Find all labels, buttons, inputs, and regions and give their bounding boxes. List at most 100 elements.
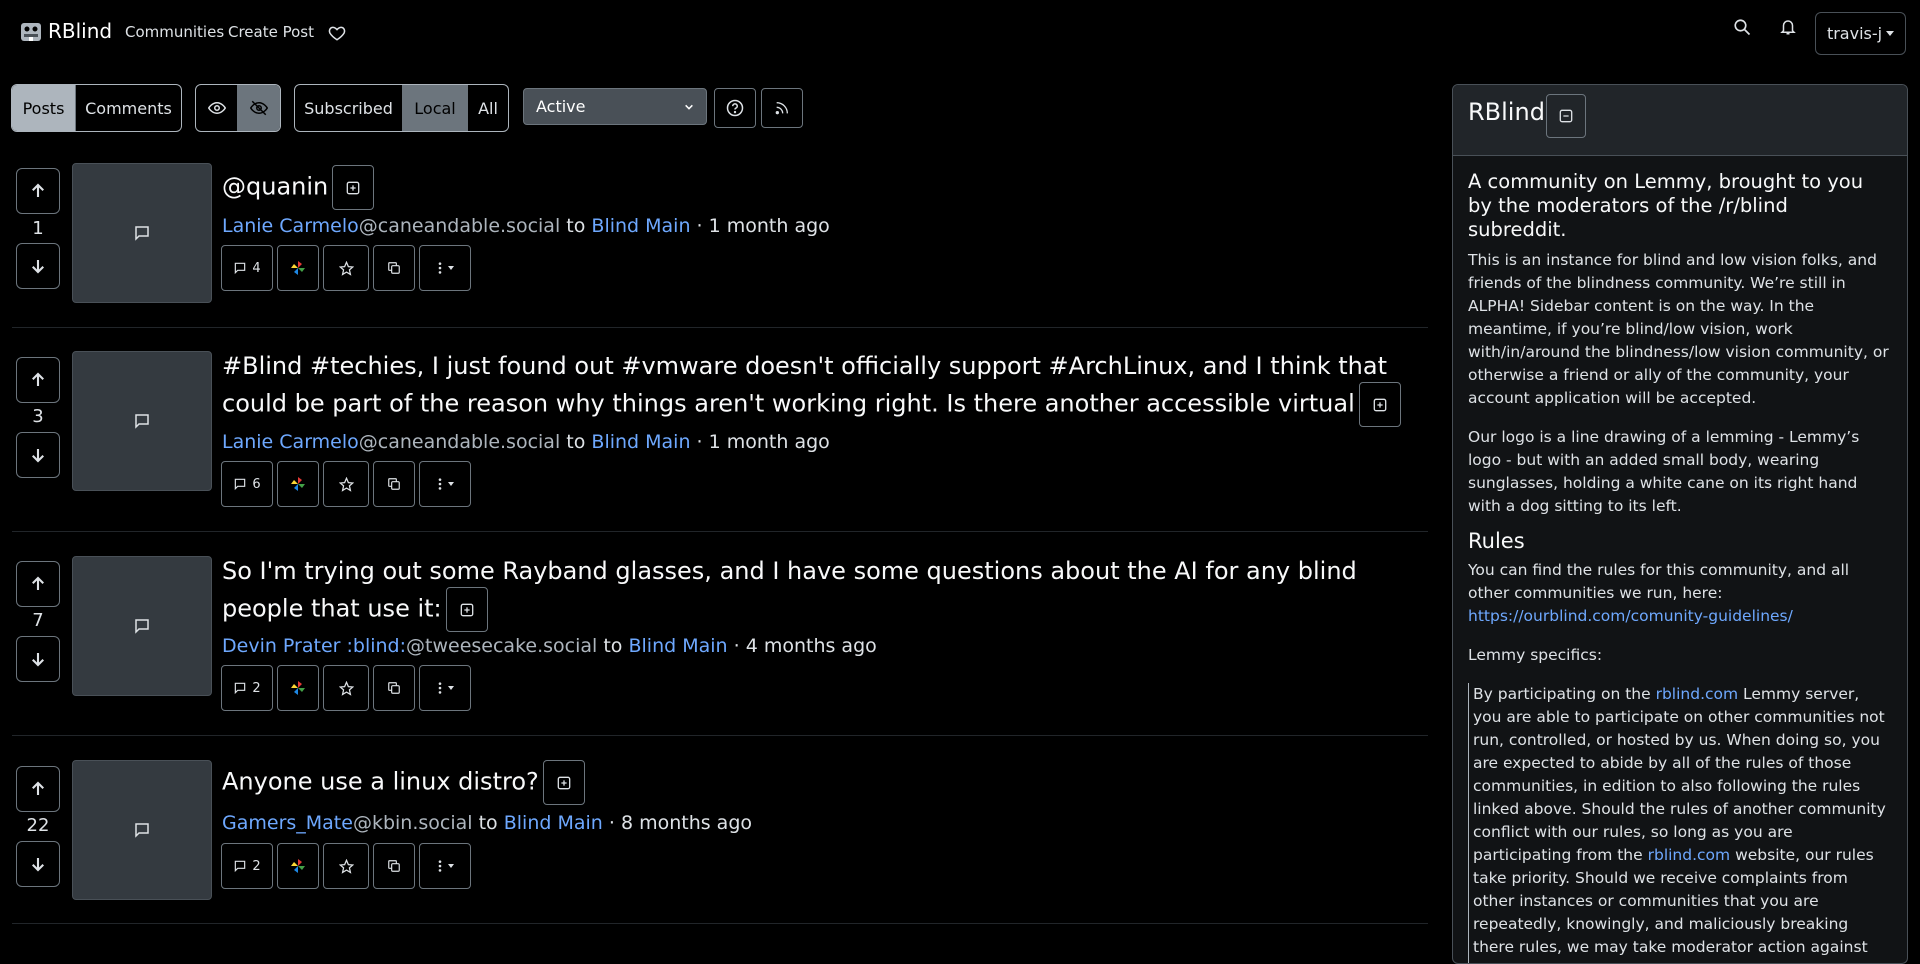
caret-down-icon (1886, 31, 1895, 36)
subscribed-toggle[interactable]: Subscribed (295, 85, 403, 131)
hide-read-toggle[interactable] (238, 85, 280, 131)
heart-icon[interactable] (328, 24, 346, 42)
user-menu-button[interactable]: travis-j (1815, 12, 1906, 55)
sort-help-button[interactable] (714, 88, 756, 128)
copy-button[interactable] (373, 843, 415, 889)
logo-icon (21, 23, 41, 41)
search-icon[interactable] (1733, 18, 1751, 36)
community-link[interactable]: Blind Main (591, 431, 690, 453)
post-thumbnail[interactable] (72, 351, 212, 491)
author-name: Lanie Carmelo (222, 431, 359, 453)
posts-toggle[interactable]: Posts (12, 85, 76, 131)
author-link[interactable]: Devin Prater :blind:@tweesecake.social (222, 635, 597, 657)
caret-down-icon (447, 266, 454, 270)
post-thumbnail[interactable] (72, 760, 212, 900)
copy-button[interactable] (373, 245, 415, 291)
post-title[interactable]: So I'm trying out some Rayband glasses, … (222, 555, 1422, 632)
downvote-button[interactable] (16, 636, 60, 682)
more-button[interactable] (419, 665, 471, 711)
downvote-button[interactable] (16, 432, 60, 478)
community-link[interactable]: Blind Main (591, 215, 690, 237)
rules-link[interactable]: https://ourblind.com/comunity-guidelines… (1468, 607, 1793, 625)
collapse-button[interactable] (1546, 94, 1586, 138)
more-button[interactable] (419, 843, 471, 889)
sort-value: Active (536, 97, 586, 116)
sort-select[interactable]: Active (523, 88, 707, 125)
visibility-toggle (195, 84, 281, 132)
upvote-button[interactable] (16, 357, 60, 403)
rss-button[interactable] (761, 88, 803, 128)
save-button[interactable] (323, 245, 369, 291)
star-icon (338, 260, 354, 276)
arrow-down-icon (32, 653, 44, 667)
show-read-toggle[interactable] (196, 85, 238, 131)
comment-count: 2 (252, 858, 261, 874)
upvote-button[interactable] (16, 168, 60, 214)
post-title-text[interactable]: @quanin (222, 173, 328, 201)
more-vertical-icon (438, 478, 441, 490)
to-text: to (566, 215, 586, 237)
rblind-link[interactable]: rblind.com (1656, 685, 1739, 703)
community-link[interactable]: Blind Main (504, 812, 603, 834)
crosspost-button[interactable] (277, 245, 319, 291)
sidebar-description: This is an instance for blind and low vi… (1468, 251, 1889, 407)
expand-button[interactable] (332, 165, 375, 210)
post-title[interactable]: @quanin (222, 165, 1422, 210)
copy-button[interactable] (373, 665, 415, 711)
save-button[interactable] (323, 843, 369, 889)
more-button[interactable] (419, 245, 471, 291)
upvote-button[interactable] (16, 766, 60, 812)
post-title-text[interactable]: So I'm trying out some Rayband glasses, … (222, 557, 1357, 623)
post-thumbnail[interactable] (72, 163, 212, 303)
crosspost-button[interactable] (277, 461, 319, 507)
post-divider (12, 735, 1428, 736)
crosspost-button[interactable] (277, 843, 319, 889)
view-type-toggle: Posts Comments (11, 84, 182, 132)
copy-button[interactable] (373, 461, 415, 507)
brand-link[interactable]: RBlind (20, 19, 112, 43)
arrow-up-icon (32, 183, 44, 197)
comments-button[interactable]: 4 (221, 245, 273, 291)
author-link[interactable]: Lanie Carmelo@caneandable.social (222, 431, 560, 453)
downvote-button[interactable] (16, 841, 60, 887)
author-instance: @caneandable.social (358, 215, 561, 237)
post-title[interactable]: Anyone use a linux distro? (222, 760, 1422, 805)
post-title-text[interactable]: #Blind #techies, I just found out #vmwar… (222, 352, 1387, 418)
post-thumbnail[interactable] (72, 556, 212, 696)
arrow-up-icon (32, 372, 44, 386)
save-button[interactable] (323, 665, 369, 711)
caret-down-icon (447, 482, 454, 486)
post-title[interactable]: #Blind #techies, I just found out #vmwar… (222, 350, 1422, 427)
nav-communities[interactable]: Communities (125, 23, 224, 41)
downvote-button[interactable] (16, 243, 60, 289)
upvote-button[interactable] (16, 561, 60, 607)
author-link[interactable]: Gamers_Mate@kbin.social (222, 812, 473, 834)
more-button[interactable] (419, 461, 471, 507)
crosspost-button[interactable] (277, 665, 319, 711)
post-divider (12, 327, 1428, 328)
comments-button[interactable]: 6 (221, 461, 273, 507)
author-link[interactable]: Lanie Carmelo@caneandable.social (222, 215, 560, 237)
bell-icon[interactable] (1779, 18, 1797, 36)
to-text: to (566, 431, 586, 453)
post-title-text[interactable]: Anyone use a linux distro? (222, 768, 539, 796)
all-toggle[interactable]: All (468, 85, 508, 131)
expand-button[interactable] (1358, 382, 1401, 427)
comment-count: 6 (252, 476, 261, 492)
quote-text-b: Lemmy server, you are able to participat… (1473, 685, 1886, 864)
nav-create-post[interactable]: Create Post (228, 23, 314, 41)
expand-button[interactable] (542, 760, 585, 805)
local-toggle[interactable]: Local (403, 85, 468, 131)
comments-button[interactable]: 2 (221, 665, 273, 711)
save-button[interactable] (323, 461, 369, 507)
post-actions: 2 (221, 843, 471, 889)
community-link[interactable]: Blind Main (628, 635, 727, 657)
copy-icon (388, 860, 400, 872)
expand-button[interactable] (445, 587, 488, 632)
rules-heading: Rules (1468, 529, 1525, 553)
comments-toggle[interactable]: Comments (76, 85, 181, 131)
post-score: 7 (32, 610, 44, 631)
comments-button[interactable]: 2 (221, 843, 273, 889)
rblind-link[interactable]: rblind.com (1648, 846, 1731, 864)
post-meta: Gamers_Mate@kbin.social to Blind Main · … (222, 812, 752, 834)
